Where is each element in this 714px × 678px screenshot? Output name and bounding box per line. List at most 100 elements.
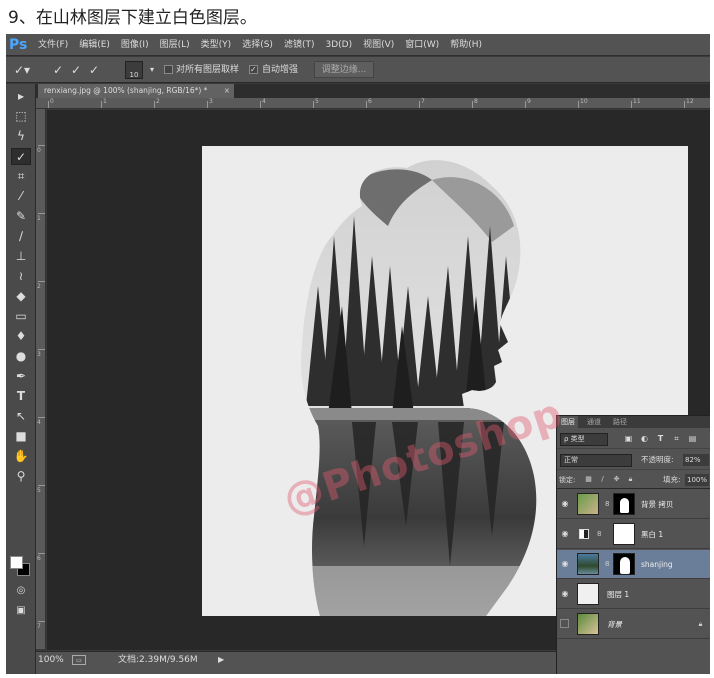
blur-tool-icon[interactable]: ♦ <box>11 328 31 345</box>
new-selection-icon[interactable]: ✓ <box>50 62 66 78</box>
brush-tool-icon[interactable]: ∕ <box>11 228 31 245</box>
shape-filter-icon[interactable]: ⌗ <box>671 433 682 444</box>
layer-mask-thumbnail[interactable] <box>613 553 635 575</box>
ruler-tick <box>38 621 45 622</box>
brush-size-value: 10 <box>129 71 139 79</box>
type-tool-icon[interactable]: T <box>11 388 31 405</box>
menu-type[interactable]: 类型(Y) <box>201 34 232 56</box>
hand-tool-icon[interactable]: ✋ <box>11 448 31 465</box>
visibility-toggle-off[interactable] <box>560 619 569 628</box>
ruler-label: 9 <box>527 98 531 105</box>
marquee-tool-icon[interactable]: ⬚ <box>11 108 31 125</box>
menu-help[interactable]: 帮助(H) <box>450 34 482 56</box>
quick-selection-tool-icon[interactable]: ✓▾ <box>14 62 30 78</box>
chain-link-icon[interactable]: 8 <box>597 529 601 539</box>
shape-tool-icon[interactable]: ■ <box>11 428 31 445</box>
move-tool-icon[interactable]: ▸ <box>11 88 31 105</box>
layer-mask-thumbnail[interactable] <box>613 523 635 545</box>
refine-edge-button[interactable]: 调整边缘... <box>314 61 374 78</box>
ruler-label: 5 <box>37 487 41 494</box>
smart-object-filter-icon[interactable]: ▤ <box>687 433 698 444</box>
blend-mode-select[interactable]: 正常 <box>560 454 632 467</box>
menu-filter[interactable]: 滤镜(T) <box>284 34 315 56</box>
ruler-label: 2 <box>156 98 160 105</box>
eye-icon[interactable]: ◉ <box>560 499 570 509</box>
healing-brush-tool-icon[interactable]: ✎ <box>11 208 31 225</box>
ruler-tick <box>313 101 314 108</box>
layer-row[interactable]: ◉ 8 黑白 1 <box>557 520 710 549</box>
auto-enhance-checkbox[interactable]: ✓ <box>249 65 258 74</box>
tab-channels[interactable]: 通道 <box>587 416 601 428</box>
lock-position-icon[interactable]: ✥ <box>611 474 622 485</box>
tools-panel: ▸ ⬚ ϟ ✓ ⌗ ⁄ ✎ ∕ ⊥ ≀ ◆ ▭ ♦ ● ✒ T ↖ ■ ✋ ⚲ … <box>6 84 36 674</box>
menu-select[interactable]: 选择(S) <box>242 34 273 56</box>
menu-layer[interactable]: 图层(L) <box>160 34 190 56</box>
eye-icon[interactable]: ◉ <box>560 589 570 599</box>
menu-image[interactable]: 图像(I) <box>121 34 149 56</box>
lasso-tool-icon[interactable]: ϟ <box>11 128 31 145</box>
ruler-label: 5 <box>315 98 319 105</box>
options-bar: ✓▾ ✓ ✓ ✓ 10 ▾ 对所有图层取样 ✓ 自动增强 调整边缘... <box>6 57 710 83</box>
layer-filter-select[interactable]: ρ 类型 <box>560 433 608 446</box>
status-menu-arrow[interactable]: ▶ <box>218 652 224 668</box>
layer-thumbnail <box>577 493 599 515</box>
ruler-tick <box>38 349 45 350</box>
auto-enhance-label: 自动增强 <box>262 65 299 75</box>
menu-file[interactable]: 文件(F) <box>38 34 68 56</box>
chain-link-icon[interactable]: 8 <box>605 559 609 569</box>
crop-tool-icon[interactable]: ⌗ <box>11 168 31 185</box>
tab-paths[interactable]: 路径 <box>613 416 627 428</box>
pixel-filter-icon[interactable]: ▣ <box>623 433 634 444</box>
foreground-color-swatch[interactable] <box>10 556 23 569</box>
ruler-label: 6 <box>37 555 41 562</box>
layer-row[interactable]: ◉ 图层 1 <box>557 580 710 609</box>
menu-view[interactable]: 视图(V) <box>363 34 394 56</box>
blend-row: 正常 不透明度: 82% <box>557 450 710 470</box>
ruler-tick <box>419 101 420 108</box>
opacity-input[interactable]: 82% <box>683 454 709 466</box>
eyedropper-tool-icon[interactable]: ⁄ <box>11 188 31 205</box>
document-tab[interactable]: renxiang.jpg @ 100% (shanjing, RGB/16*) … <box>38 84 234 98</box>
type-filter-icon[interactable]: T <box>655 433 666 444</box>
layer-row-selected[interactable]: ◉ 8 shanjing <box>557 550 710 579</box>
sample-all-layers-checkbox[interactable] <box>164 65 173 74</box>
chain-link-icon[interactable]: 8 <box>605 499 609 509</box>
eye-icon[interactable]: ◉ <box>560 529 570 539</box>
eraser-tool-icon[interactable]: ◆ <box>11 288 31 305</box>
screen-mode-icon[interactable]: ▣ <box>11 602 31 619</box>
close-icon[interactable]: × <box>224 84 230 98</box>
brush-dropdown-icon[interactable]: ▾ <box>144 62 160 78</box>
stamp-tool-icon[interactable]: ⊥ <box>11 248 31 265</box>
ruler-tick <box>38 417 45 418</box>
quick-mask-icon[interactable]: ◎ <box>11 582 31 599</box>
lock-all-icon[interactable]: 🔒︎ <box>625 474 636 485</box>
pen-tool-icon[interactable]: ✒ <box>11 368 31 385</box>
layer-row[interactable]: 背景 🔒︎ <box>557 610 710 639</box>
history-brush-tool-icon[interactable]: ≀ <box>11 268 31 285</box>
lock-pixels-icon[interactable]: ∕ <box>597 474 608 485</box>
eye-icon[interactable]: ◉ <box>560 559 570 569</box>
brush-size-picker[interactable]: 10 <box>125 61 143 79</box>
fill-input[interactable]: 100% <box>685 474 709 486</box>
menu-window[interactable]: 窗口(W) <box>405 34 439 56</box>
ruler-label: 8 <box>474 98 478 105</box>
lock-transparent-icon[interactable]: ▦ <box>583 474 594 485</box>
zoom-tool-icon[interactable]: ⚲ <box>11 468 31 485</box>
zoom-level[interactable]: 100% <box>38 652 64 668</box>
path-selection-tool-icon[interactable]: ↖ <box>11 408 31 425</box>
layer-mask-thumbnail[interactable] <box>613 493 635 515</box>
menu-edit[interactable]: 编辑(E) <box>79 34 110 56</box>
ruler-label: 7 <box>37 623 41 630</box>
ruler-label: 7 <box>421 98 425 105</box>
quick-selection-tool-icon-active[interactable]: ✓ <box>11 148 31 165</box>
ruler-label: 4 <box>37 419 41 426</box>
adjustment-filter-icon[interactable]: ◐ <box>639 433 650 444</box>
add-to-selection-icon[interactable]: ✓ <box>68 62 84 78</box>
subtract-selection-icon[interactable]: ✓ <box>86 62 102 78</box>
ruler-tick <box>101 101 102 108</box>
menu-3d[interactable]: 3D(D) <box>325 34 352 56</box>
gradient-tool-icon[interactable]: ▭ <box>11 308 31 325</box>
layer-thumbnail <box>577 553 599 575</box>
layer-row[interactable]: ◉ 8 背景 拷贝 <box>557 490 710 519</box>
dodge-tool-icon[interactable]: ● <box>11 348 31 365</box>
